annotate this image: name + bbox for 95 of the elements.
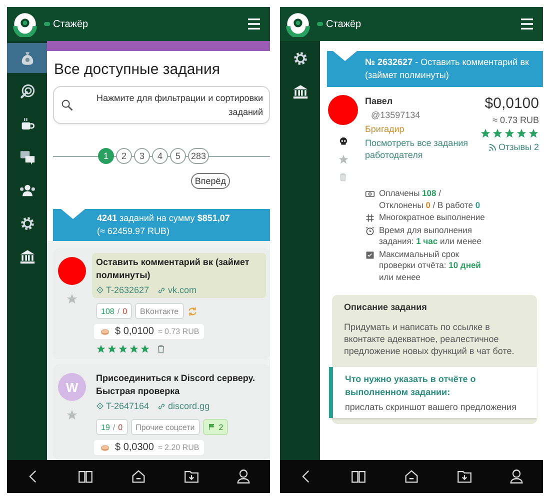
page-button[interactable]: 2 [116,148,132,164]
star-icon [96,344,106,354]
page-button[interactable]: 283 [188,148,210,164]
home-icon[interactable] [402,468,420,485]
star-icon [140,344,150,354]
star-icon [118,344,128,354]
star-icon [129,344,139,354]
avatar: W [58,373,86,401]
menu-icon[interactable] [246,16,262,32]
price-usd: $ 0,0300 [115,442,154,453]
task-site-link[interactable]: discord.gg [168,401,210,411]
tag-icon [96,402,104,410]
bank-icon [292,82,308,100]
reviews-link[interactable]: Отзывы 2 [488,142,539,152]
task-id: T-2632627 [106,285,150,295]
book-icon[interactable] [77,468,94,485]
alarm-clock-icon [365,226,375,236]
logo-icon [12,11,38,37]
link-icon [157,402,166,410]
task-id: T-2647164 [106,401,150,411]
coins-icon [99,442,111,452]
page-button[interactable]: 5 [170,148,186,164]
star-icon [504,128,515,139]
counter-badge: 108 / 0 [96,303,132,319]
description-heading: Описание задания [343,302,428,312]
notch-icon [333,51,357,61]
task-title: Присоединиться к Discord серверу. Быстрая проверка [96,372,256,398]
counter-badge: 19 / 0 [96,419,128,435]
logo-icon [285,11,311,37]
price-rub: ≈ 0.73 RUB [158,327,200,336]
price-rub: ≈ 2.20 RUB [158,443,200,452]
grid-icon [365,213,375,223]
home-icon[interactable] [130,468,147,485]
task-card[interactable]: W Присоединиться к Discord серверу. Быстрая проверка T-2647164 discord.gg 19 / 0 Прочие соцсети 2 $ 0,0300 ≈ 2.20 RUB [53,364,270,460]
flag-icon [208,423,216,431]
price-rub: ≈ 0.73 RUB [492,115,539,125]
star-icon [528,128,539,139]
star-icon [492,128,503,139]
category-badge: ВКонтакте [135,303,184,319]
coins-icon [99,326,111,336]
menu-icon[interactable] [519,16,535,32]
price-usd: $0,0100 [484,95,539,112]
link-icon [157,286,166,294]
user-icon[interactable] [235,468,252,485]
target-icon [18,82,36,100]
book-icon[interactable] [350,468,368,485]
employer-rank: Бригадир [365,123,406,135]
page-title: Все доступные задания [54,61,221,78]
role-label: Стажёр [53,18,88,30]
money-icon [365,189,375,199]
employer-handle: @13597134 [370,109,422,121]
task-stat-text: Максимальный срок проверки отчёта: 10 дней или менее [379,248,482,283]
task-stat-text: Оплачены 108 / Отклонены 0 / В работе 0 [379,188,482,211]
search-icon [60,98,74,112]
employer-tasks-link[interactable]: Посмотреть все задания работодателя [365,137,474,161]
star-icon[interactable] [338,154,348,165]
user-icon[interactable] [508,468,526,485]
filter-button[interactable]: Нажмите для фильтрации и сортировки заданий [53,86,270,124]
bonus-badge: 2 [202,419,228,435]
price-usd: $ 0,0100 [115,326,154,337]
page-button[interactable]: 3 [134,148,150,164]
notch-icon [61,209,85,219]
calendar-check-icon [365,250,375,260]
star-icon[interactable] [66,409,78,421]
description-text: Придумать и написать по ссылке в вконтакте адекватное, реалестичное предложение новых функций в чат боте. [343,321,516,358]
task-stat-text: Время для выполнения задания: 1 час или менее [379,224,482,248]
task-header[interactable]: Присоединиться к Discord серверу. Быстрая проверка T-2647164 discord.gg [92,369,266,414]
gear-icon [18,214,36,232]
task-title: Оставить комментарий вк (займет полминуты) [96,256,250,282]
rss-icon [488,142,497,152]
task-heading: № 2632627 - Оставить комментарий вк (займет полминуты) [365,57,529,80]
summary-rub: (≈ 62459.97 RUB) [97,226,170,236]
star-icon [480,128,491,139]
trash-icon[interactable] [156,344,166,354]
star-icon [107,344,117,354]
task-stat-text: Многократное выполнение [379,212,485,224]
next-page-button[interactable]: Вперёд [190,173,230,189]
tag-icon [96,286,104,294]
skull-icon[interactable] [338,136,348,147]
task-header[interactable]: Оставить комментарий вк (займет полминуты) T-2632627 vk.com [92,253,266,298]
star-icon [516,128,527,139]
folder-download-icon[interactable] [456,468,473,485]
folder-download-icon[interactable] [182,468,200,485]
page-button[interactable]: 4 [152,148,168,164]
summary-text: 4241 заданий на сумму $851,07 [97,213,230,223]
report-text: прислать скриншот вашего предложения [345,402,518,412]
category-badge: Прочие соцсети [130,419,200,435]
report-heading: Что нужно указать в отчёте о выполненном задании: [345,373,477,399]
role-label: Стажёр [326,18,362,30]
bank-icon [18,248,36,264]
employer-name: Павел [365,95,394,107]
chat-icon [18,148,36,166]
task-card[interactable]: Оставить комментарий вк (займет полминуты) T-2632627 vk.com 108 / 0 ВКонтакте $ 0,0100 ≈ 0.73 RUB [53,248,270,359]
gear-icon [292,50,308,66]
star-icon[interactable] [66,293,78,305]
